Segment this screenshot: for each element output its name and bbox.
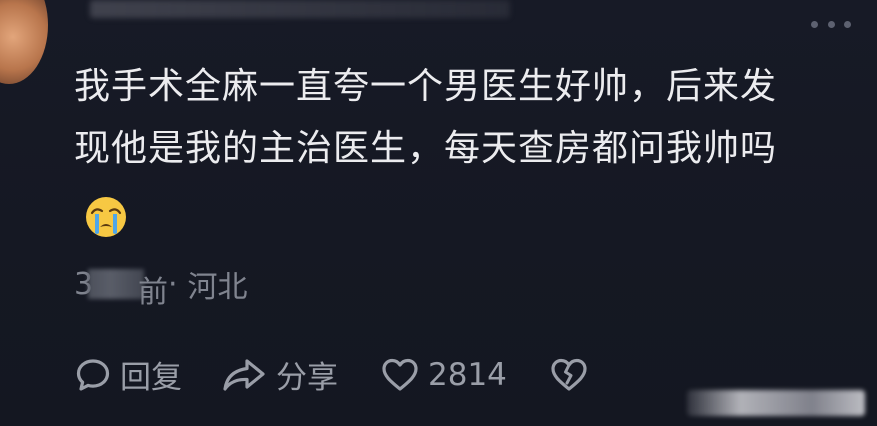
crying-face-icon	[86, 197, 126, 237]
more-dot-icon	[844, 20, 851, 28]
heart-outline-icon	[382, 358, 418, 391]
comment-actions: 回复 分享 2814	[74, 352, 589, 397]
meta-separator: ·	[168, 266, 178, 302]
timestamp: 3 前	[74, 267, 168, 310]
comment-bubble-icon	[76, 358, 110, 391]
reply-button[interactable]: 回复	[74, 352, 182, 397]
comment-text: 我手术全麻一直夸一个男医生好帅，后来发 现他是我的主治医生，每天查房都问我帅吗	[74, 56, 834, 180]
watermark-blurred	[687, 390, 865, 416]
timestamp-mosaic	[88, 269, 144, 299]
like-count: 2814	[428, 356, 507, 393]
share-arrow-icon	[223, 358, 265, 391]
share-label: 分享	[276, 360, 338, 396]
reply-label: 回复	[120, 360, 182, 396]
comment-card: 我手术全麻一直夸一个男医生好帅，后来发 现他是我的主治医生，每天查房都问我帅吗 …	[0, 0, 877, 426]
like-button[interactable]: 2814	[380, 356, 507, 394]
username-blurred	[90, 0, 510, 18]
more-dot-icon	[827, 20, 835, 28]
time-suffix: 前	[138, 275, 168, 310]
comment-line-2: 现他是我的主治医生，每天查房都问我帅吗	[74, 128, 778, 169]
dislike-button[interactable]	[549, 356, 589, 394]
more-dot-icon	[811, 20, 818, 28]
location-label: 河北	[187, 270, 248, 305]
share-button[interactable]: 分享	[220, 352, 338, 397]
comment-line-1: 我手术全麻一直夸一个男医生好帅，后来发	[74, 66, 778, 107]
comment-meta: 3 前 · 河北	[74, 262, 248, 311]
more-options-button[interactable]	[811, 16, 851, 32]
avatar[interactable]	[0, 0, 48, 84]
broken-heart-icon	[551, 358, 587, 391]
